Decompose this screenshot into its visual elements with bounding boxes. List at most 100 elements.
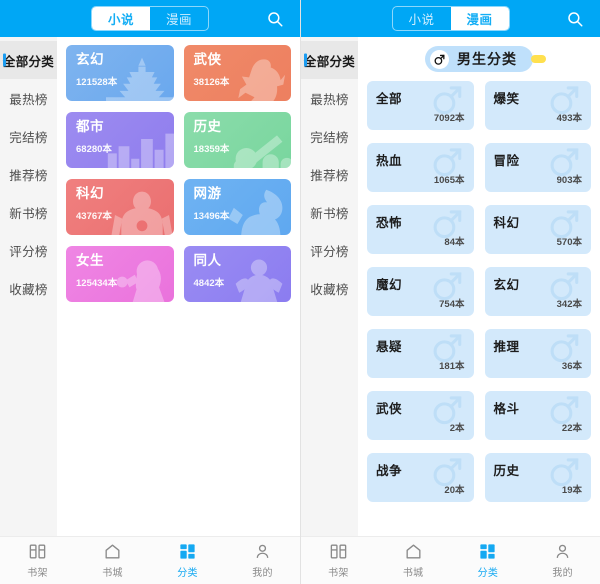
category-name: 都市 — [76, 119, 104, 134]
comic-category-screen: 小说 漫画 全部分类 最热榜 完结榜 推荐榜 新书榜 评分榜 收藏榜 男生分类 … — [300, 0, 600, 584]
sidebar-item-new-books[interactable]: 新书榜 — [301, 193, 358, 231]
home-icon — [404, 542, 423, 561]
sidebar-item-label: 新书榜 — [9, 206, 48, 221]
sidebar-item-rating[interactable]: 评分榜 — [301, 231, 358, 269]
category-count: 342本 — [556, 299, 582, 310]
comic-category-card[interactable]: 玄幻 342本 — [484, 267, 591, 316]
sidebar-item-hottest[interactable]: 最热榜 — [301, 79, 358, 117]
right-top-bar: 小说 漫画 — [301, 0, 600, 37]
right-tab-novel[interactable]: 小说 — [393, 7, 451, 30]
comic-category-card[interactable]: 格斗 22本 — [484, 391, 591, 440]
nav-label: 书城 — [102, 568, 123, 579]
novel-category-card[interactable]: 历史 18359本 — [183, 112, 291, 168]
person-icon — [253, 542, 272, 561]
category-count: 20本 — [444, 485, 465, 496]
novel-category-card[interactable]: 同人 4842本 — [183, 246, 291, 302]
left-body: 全部分类 最热榜 完结榜 推荐榜 新书榜 评分榜 收藏榜 玄幻 121528本 武侠… — [0, 37, 300, 536]
sidebar-item-favorites[interactable]: 收藏榜 — [0, 269, 57, 307]
nav-bookshelf[interactable]: 书架 — [0, 542, 75, 579]
category-count: 181本 — [439, 361, 465, 372]
comic-category-card[interactable]: 战争 20本 — [367, 453, 474, 502]
sidebar-item-label: 全部分类 — [303, 54, 356, 69]
sidebar-item-label: 推荐榜 — [310, 168, 349, 183]
left-tab-comic[interactable]: 漫画 — [150, 7, 208, 30]
sidebar-item-all-categories[interactable]: 全部分类 — [301, 41, 358, 79]
sidebar-item-rating[interactable]: 评分榜 — [0, 231, 57, 269]
sidebar-item-all-categories[interactable]: 全部分类 — [0, 41, 57, 79]
sidebar-item-new-books[interactable]: 新书榜 — [0, 193, 57, 231]
category-name: 魔幻 — [376, 278, 403, 292]
category-count: 84本 — [444, 237, 465, 248]
nav-bookstore[interactable]: 书城 — [376, 542, 451, 579]
nav-bookshelf[interactable]: 书架 — [301, 542, 376, 579]
nav-label: 我的 — [252, 568, 273, 579]
left-content-type-switch[interactable]: 小说 漫画 — [91, 6, 209, 31]
grid-icon — [478, 542, 497, 561]
comic-category-card[interactable]: 恐怖 84本 — [367, 205, 474, 254]
sidebar-item-recommended[interactable]: 推荐榜 — [0, 155, 57, 193]
comic-category-card[interactable]: 魔幻 754本 — [367, 267, 474, 316]
sidebar-item-label: 完结榜 — [9, 130, 48, 145]
category-count: 19本 — [561, 485, 582, 496]
search-icon[interactable] — [564, 8, 586, 30]
comic-category-card[interactable]: 科幻 570本 — [484, 205, 591, 254]
category-name: 历史 — [193, 119, 222, 134]
nav-label: 书城 — [402, 568, 424, 579]
nav-label: 书架 — [328, 568, 349, 579]
category-name: 武侠 — [193, 52, 222, 67]
novel-category-card[interactable]: 武侠 38126本 — [183, 45, 291, 101]
sidebar-item-label: 新书榜 — [310, 206, 349, 221]
nav-mine[interactable]: 我的 — [225, 542, 300, 579]
section-badge-row: 男生分类 — [358, 37, 600, 78]
nav-mine[interactable]: 我的 — [525, 542, 600, 579]
bookshelf-icon — [329, 542, 348, 561]
nav-categories[interactable]: 分类 — [451, 542, 526, 579]
comic-category-card[interactable]: 武侠 2本 — [367, 391, 474, 440]
right-content-type-switch[interactable]: 小说 漫画 — [391, 6, 510, 31]
category-count: 68280本 — [76, 143, 112, 155]
left-content-area: 玄幻 121528本 武侠 38126本都市 68280本 历史 18359本科幻 43767… — [57, 37, 300, 536]
left-tab-novel[interactable]: 小说 — [92, 7, 150, 30]
sidebar-item-label: 收藏榜 — [310, 282, 349, 297]
search-icon[interactable] — [264, 8, 286, 30]
right-tab-comic[interactable]: 漫画 — [450, 7, 509, 30]
sidebar-item-completed[interactable]: 完结榜 — [301, 117, 358, 155]
novel-category-card[interactable]: 科幻 43767本 — [66, 179, 174, 235]
novel-category-card[interactable]: 玄幻 121528本 — [66, 45, 174, 101]
category-name: 玄幻 — [76, 52, 104, 67]
nav-categories[interactable]: 分类 — [150, 542, 225, 579]
category-count: 18359本 — [193, 143, 230, 155]
category-name: 科幻 — [493, 216, 520, 230]
comic-category-card[interactable]: 全部 7092本 — [367, 81, 474, 130]
person-icon — [553, 542, 572, 561]
novel-category-card[interactable]: 女生 125434本 — [66, 246, 174, 302]
category-count: 13496本 — [193, 210, 230, 222]
category-count: 7092本 — [433, 113, 465, 124]
sidebar-item-label: 最热榜 — [310, 92, 349, 107]
novel-category-card[interactable]: 都市 68280本 — [66, 112, 174, 168]
right-bottom-nav: 书架 书城 分类 我的 — [301, 536, 600, 584]
category-name: 玄幻 — [493, 278, 520, 292]
comic-category-card[interactable]: 悬疑 181本 — [367, 329, 474, 378]
category-count: 4842本 — [193, 277, 225, 289]
category-name: 冒险 — [493, 154, 520, 168]
bookshelf-icon — [28, 542, 47, 561]
sidebar-item-label: 收藏榜 — [9, 282, 48, 297]
category-name: 恐怖 — [376, 216, 403, 230]
sidebar-item-favorites[interactable]: 收藏榜 — [301, 269, 358, 307]
category-name: 全部 — [376, 92, 403, 106]
comic-category-card[interactable]: 热血 1065本 — [367, 143, 474, 192]
sidebar-item-label: 完结榜 — [310, 130, 349, 145]
male-category-badge[interactable]: 男生分类 — [425, 46, 546, 72]
sidebar-item-hottest[interactable]: 最热榜 — [0, 79, 57, 117]
nav-bookstore[interactable]: 书城 — [75, 542, 150, 579]
comic-category-card[interactable]: 推理 36本 — [484, 329, 591, 378]
male-symbol-icon — [430, 49, 449, 69]
category-name: 女生 — [76, 253, 104, 268]
novel-category-card[interactable]: 网游 13496本 — [183, 179, 291, 235]
sidebar-item-completed[interactable]: 完结榜 — [0, 117, 57, 155]
comic-category-card[interactable]: 历史 19本 — [484, 453, 591, 502]
comic-category-card[interactable]: 爆笑 493本 — [484, 81, 591, 130]
sidebar-item-recommended[interactable]: 推荐榜 — [301, 155, 358, 193]
comic-category-card[interactable]: 冒险 903本 — [484, 143, 591, 192]
